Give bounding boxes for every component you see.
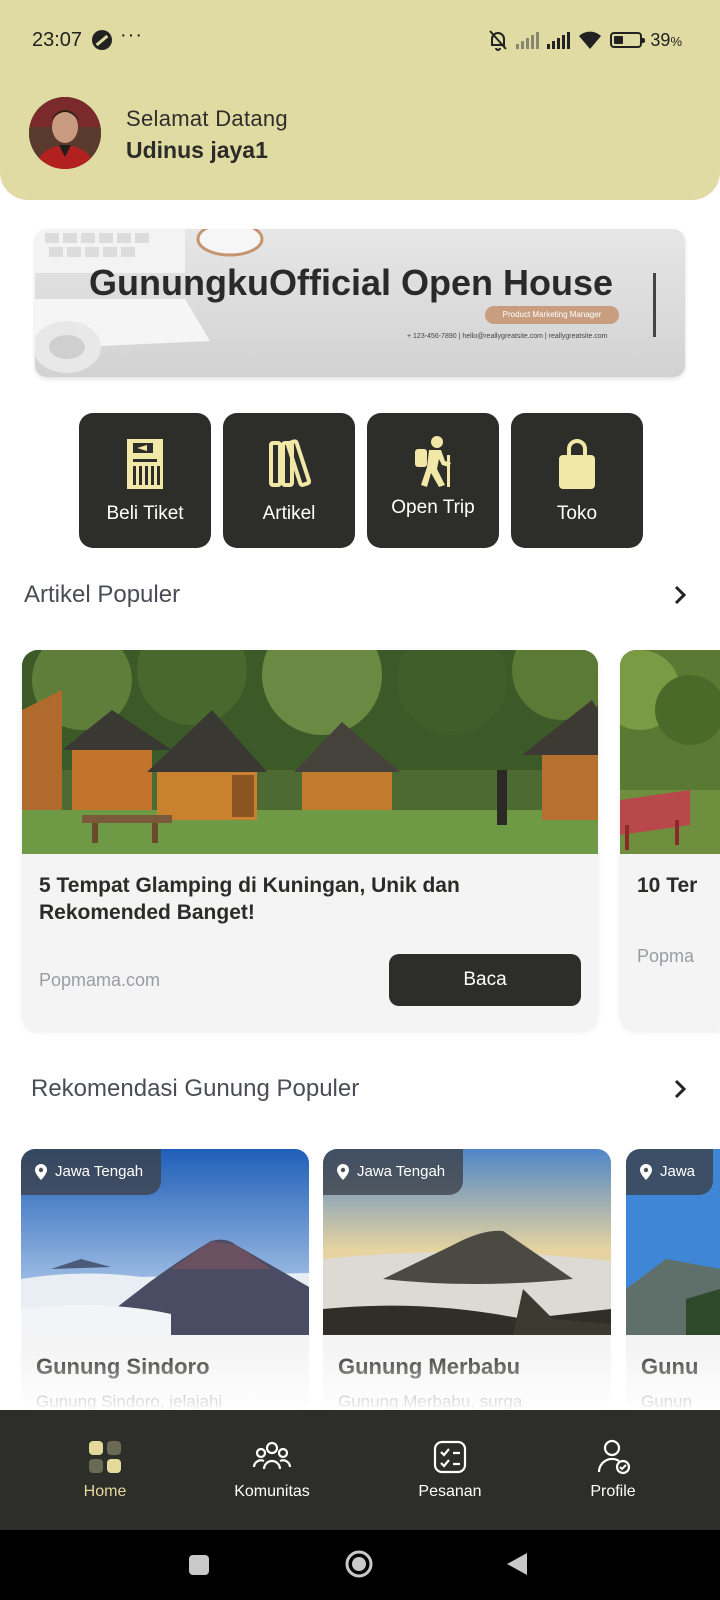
- menu-beli-tiket[interactable]: Beli Tiket: [79, 413, 211, 548]
- app-notification-icon: [92, 30, 112, 50]
- mountain-card[interactable]: Jawa Gunu Gunun: [626, 1149, 720, 1409]
- mountain-name: Gunung Merbabu: [338, 1354, 521, 1379]
- signal-sim2-icon: [547, 31, 571, 49]
- section-title-gunung: Rekomendasi Gunung Populer: [31, 1075, 360, 1102]
- location-pin-icon: [640, 1164, 652, 1180]
- home-screen: 23:07 ··· 39% Selamat Datang Udinus jaya…: [0, 0, 720, 1600]
- status-time: 23:07: [32, 29, 83, 51]
- status-bar: 23:07 ··· 39%: [0, 0, 720, 80]
- recent-apps-icon[interactable]: [187, 1553, 211, 1577]
- battery-icon: [610, 32, 646, 48]
- chevron-right-icon[interactable]: [668, 1077, 692, 1101]
- nav-profile[interactable]: Profile: [543, 1410, 683, 1530]
- nav-home[interactable]: Home: [35, 1410, 175, 1530]
- mountain-name: Gunu: [641, 1354, 699, 1379]
- menu-label: Open Trip: [391, 497, 475, 518]
- greeting-text: Selamat Datang: [126, 106, 288, 131]
- section-title-artikel: Artikel Populer: [24, 581, 181, 608]
- promo-banner[interactable]: GunungkuOfficial Open House Product Mark…: [35, 229, 685, 377]
- read-button[interactable]: Baca: [389, 954, 581, 1006]
- hiker-icon: [415, 436, 451, 487]
- shopping-bag-icon: [559, 439, 595, 489]
- location-pin-icon: [337, 1164, 349, 1180]
- menu-label: Toko: [556, 503, 598, 524]
- back-icon[interactable]: [505, 1551, 529, 1577]
- banner-divider: [653, 273, 656, 337]
- mountain-desc: Gunun: [641, 1392, 693, 1409]
- mountain-card[interactable]: Jawa Tengah Gunung Merbabu Gunung Merbab…: [323, 1149, 611, 1409]
- nav-pesanan[interactable]: Pesanan: [380, 1410, 520, 1530]
- nav-label: Home: [83, 1483, 127, 1500]
- region-badge: Jawa: [626, 1149, 714, 1195]
- avatar[interactable]: [29, 97, 101, 169]
- username: Udinus jaya1: [126, 137, 268, 163]
- location-pin-icon: [35, 1164, 47, 1180]
- home-system-icon[interactable]: [344, 1549, 374, 1579]
- region-label: Jawa Tengah: [357, 1163, 446, 1180]
- article-source: Popmama.com: [39, 970, 161, 990]
- menu-label: Beli Tiket: [106, 503, 184, 524]
- ticket-icon: [127, 439, 163, 489]
- status-icons: 39%: [488, 28, 682, 52]
- chevron-right-icon[interactable]: [668, 583, 692, 607]
- mountain-desc: Gunung Merbabu, surga: [338, 1392, 523, 1409]
- books-icon: [269, 439, 312, 487]
- region-badge: Jawa Tengah: [21, 1149, 162, 1195]
- menu-artikel[interactable]: Artikel: [223, 413, 355, 548]
- silent-bell-icon: [489, 30, 508, 51]
- banner-title: GunungkuOfficial Open House: [89, 262, 614, 303]
- article-card[interactable]: 10 Ter Popma: [620, 650, 720, 1030]
- header: 23:07 ··· 39% Selamat Datang Udinus jaya…: [0, 0, 720, 200]
- article-image: [620, 650, 720, 854]
- profile-icon: [597, 1439, 631, 1475]
- mountain-name: Gunung Sindoro: [36, 1354, 210, 1379]
- signal-sim1-icon: [516, 31, 540, 49]
- nav-komunitas[interactable]: Komunitas: [202, 1410, 342, 1530]
- nav-label: Komunitas: [234, 1483, 310, 1500]
- orders-icon: [433, 1440, 467, 1474]
- mountain-desc: Gunung Sindoro, jelajahi: [36, 1392, 223, 1409]
- menu-label: Artikel: [262, 503, 316, 524]
- article-source: Popma: [637, 946, 695, 966]
- region-badge: Jawa Tengah: [323, 1149, 464, 1195]
- article-image: [22, 650, 598, 854]
- more-notifications-icon: ···: [120, 24, 143, 46]
- nav-label: Pesanan: [418, 1483, 482, 1500]
- wifi-icon: [579, 31, 602, 49]
- article-title: 10 Ter: [637, 874, 698, 897]
- region-label: Jawa: [660, 1163, 696, 1180]
- article-card[interactable]: 5 Tempat Glamping di Kuningan, Unik dan …: [22, 650, 598, 1030]
- system-nav-bar: [0, 1530, 720, 1600]
- menu-open-trip[interactable]: Open Trip: [367, 413, 499, 548]
- community-icon: [252, 1441, 292, 1470]
- nav-label: Profile: [590, 1483, 636, 1500]
- mountain-card[interactable]: Jawa Tengah Gunung Sindoro Gunung Sindor…: [21, 1149, 309, 1409]
- banner-contact: + 123-456-7890 | hello@reallygreatsite.c…: [407, 333, 608, 340]
- region-label: Jawa Tengah: [55, 1163, 144, 1180]
- menu-toko[interactable]: Toko: [511, 413, 643, 548]
- bottom-nav: Home Komunitas Pesanan Profile: [0, 1410, 720, 1530]
- article-title: 5 Tempat Glamping di Kuningan, Unik dan …: [39, 874, 460, 924]
- banner-subtitle-pill: Product Marketing Manager: [485, 306, 619, 324]
- grid-icon: [89, 1441, 121, 1473]
- battery-percent: 39%: [650, 29, 682, 50]
